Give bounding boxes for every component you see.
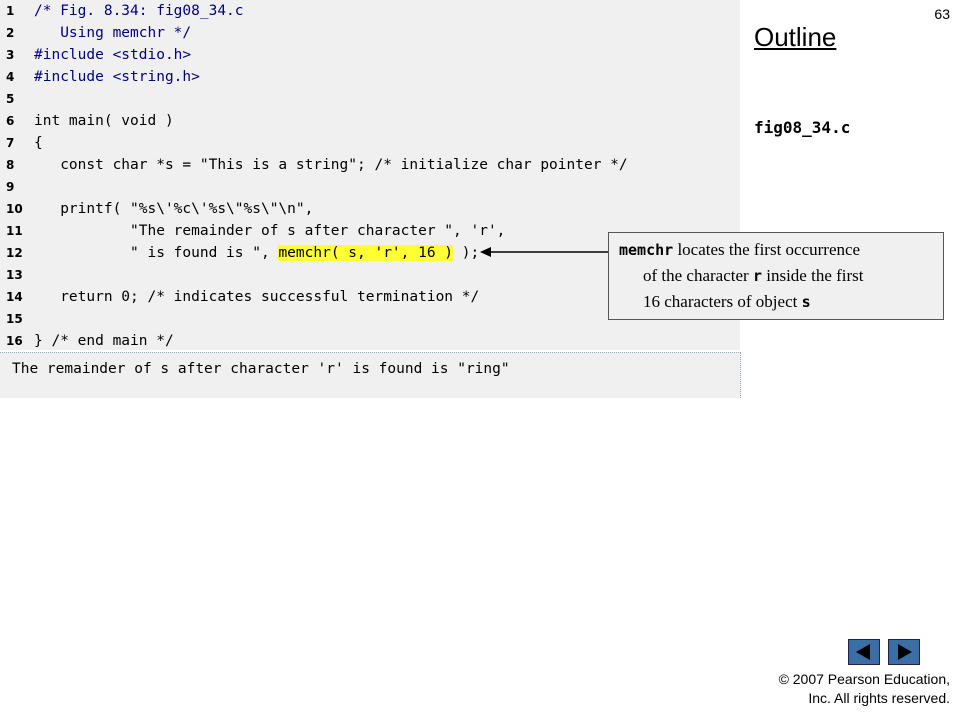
line-number: 9	[6, 180, 15, 194]
code-text: const char *s = "This is a string"; /* i…	[34, 157, 628, 173]
code-text: } /* end main */	[34, 333, 174, 349]
callout-code-s: s	[801, 293, 811, 311]
callout-arrow-icon	[480, 247, 608, 257]
line-number: 6	[6, 114, 15, 128]
code-text: return 0; /* indicates successful termin…	[34, 289, 480, 305]
copyright-footer: © 2007 Pearson Education, Inc. All right…	[779, 670, 950, 708]
line-number: 13	[6, 268, 23, 282]
next-slide-button[interactable]	[888, 639, 920, 665]
code-text: #include <string.h>	[34, 69, 200, 85]
line-number: 10	[6, 202, 23, 216]
line-number: 15	[6, 312, 23, 326]
callout-text: locates the first occurrence	[673, 240, 861, 259]
line-number: 4	[6, 70, 15, 84]
line-number: 2	[6, 26, 15, 40]
callout-line-2: of the character r inside the first	[643, 266, 864, 285]
code-line: 6 int main( void )	[0, 110, 740, 132]
line-number: 3	[6, 48, 15, 62]
code-line: 7{	[0, 132, 740, 154]
outline-title: Outline	[754, 22, 837, 52]
code-text-pre: " is found is ",	[34, 245, 279, 261]
line-number: 7	[6, 136, 15, 150]
line-number: 8	[6, 158, 15, 172]
code-text: /* Fig. 8.34: fig08_34.c	[34, 3, 244, 19]
code-line: 16 } /* end main */	[0, 330, 740, 352]
code-text: int main( void )	[34, 113, 174, 129]
code-text: " is found is ", memchr( s, 'r', 16 ) );	[34, 242, 479, 264]
file-name: fig08_34.c	[754, 118, 851, 137]
code-line: 9	[0, 176, 740, 198]
output-text: The remainder of s after character 'r' i…	[12, 361, 510, 377]
callout-code-r: r	[752, 267, 762, 285]
copyright-line-2: Inc. All rights reserved.	[808, 690, 950, 706]
code-line: 10 printf( "%s\'%c\'%s\"%s\"\n",	[0, 198, 740, 220]
line-number: 11	[6, 224, 23, 238]
code-line: 2 Using memchr */	[0, 22, 740, 44]
code-line: 3 #include <stdio.h>	[0, 44, 740, 66]
code-line: 8 const char *s = "This is a string"; /*…	[0, 154, 740, 176]
line-number: 1	[6, 4, 15, 18]
code-text: Using memchr */	[34, 25, 192, 41]
triangle-right-icon	[898, 644, 912, 660]
triangle-left-icon	[856, 644, 870, 660]
line-number: 16	[6, 334, 23, 348]
code-text: printf( "%s\'%c\'%s\"%s\"\n",	[34, 201, 314, 217]
callout-line-3: 16 characters of object s	[643, 292, 811, 311]
previous-slide-button[interactable]	[848, 639, 880, 665]
copyright-line-1: © 2007 Pearson Education,	[778, 671, 950, 687]
callout-box: memchr locates the first occurrence of t…	[608, 232, 944, 320]
line-number: 12	[6, 246, 23, 260]
code-text: #include <stdio.h>	[34, 47, 192, 63]
code-text: {	[34, 135, 43, 151]
program-output: The remainder of s after character 'r' i…	[0, 352, 741, 398]
line-number: 14	[6, 290, 23, 304]
code-line: 1 /* Fig. 8.34: fig08_34.c	[0, 0, 740, 22]
code-line: 4 #include <string.h>	[0, 66, 740, 88]
memchr-call-highlight: memchr( s, 'r', 16 )	[278, 245, 454, 261]
line-number: 5	[6, 92, 15, 106]
code-text-post: );	[453, 245, 480, 261]
callout-code-memchr: memchr	[619, 241, 674, 259]
slide-number: 63	[934, 6, 950, 22]
code-line: 5	[0, 88, 740, 110]
code-text: "The remainder of s after character ", '…	[34, 223, 506, 239]
